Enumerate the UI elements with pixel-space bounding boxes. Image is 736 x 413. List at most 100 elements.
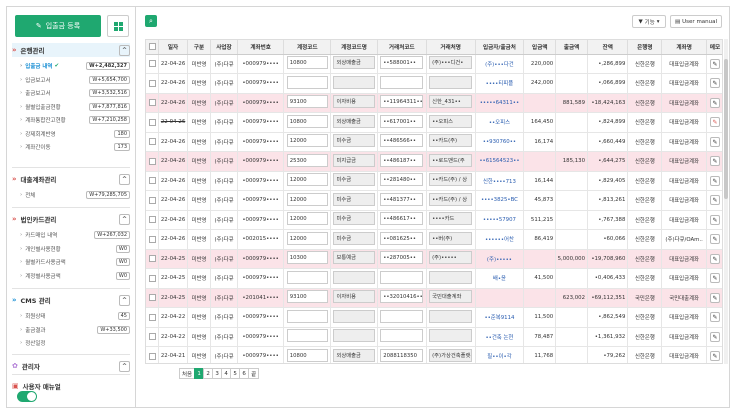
- table-row[interactable]: 22-04-26 미반영 (주)다큐 •000979•••• 12000 미수금 ••481…: [146, 190, 722, 211]
- account-code-input[interactable]: 12000: [286, 173, 328, 187]
- sidebar-item[interactable]: › 전체 W+79,285,705: [20, 189, 130, 201]
- table-row[interactable]: 22-04-26 미반영 (주)다큐 •000979•••• 25300 미지급금 ••48…: [146, 151, 722, 172]
- account-code-input[interactable]: 10300: [286, 251, 328, 265]
- payer-cell[interactable]: •••••64311••: [475, 93, 525, 113]
- sidebar-item[interactable]: › 카드매입 내역 W+267,032: [20, 229, 130, 241]
- memo-edit-icon[interactable]: ✎: [709, 175, 720, 186]
- row-checkbox[interactable]: [148, 196, 156, 204]
- sidebar-item[interactable]: › 계좌간이동 173: [20, 141, 130, 153]
- vendor-code-input[interactable]: ••486617••: [380, 212, 424, 226]
- memo-edit-icon[interactable]: ✎: [709, 214, 720, 225]
- sidebar-item[interactable]: › 월별카드사용금액 W0: [20, 256, 130, 268]
- payer-cell[interactable]: 신한••••713: [475, 171, 525, 191]
- memo-edit-icon[interactable]: ✎: [709, 78, 720, 89]
- payer-cell[interactable]: ••준복9114: [475, 307, 525, 328]
- payer-cell[interactable]: 필••이•각: [475, 346, 525, 363]
- row-checkbox[interactable]: [148, 79, 156, 87]
- sidebar-section-5[interactable]: ✿ 관리자 ^: [12, 359, 130, 373]
- account-code-input[interactable]: 93100: [286, 290, 328, 304]
- account-code-name-input[interactable]: 이자비용: [333, 95, 375, 109]
- vendor-name-input[interactable]: ••카드(주) / 상: [429, 192, 473, 206]
- account-code-name-input[interactable]: [333, 270, 375, 284]
- vendor-name-input[interactable]: ••카드(주): [429, 134, 473, 148]
- vendor-code-input[interactable]: 2088118350: [380, 348, 424, 362]
- account-code-name-input[interactable]: 미수금: [333, 192, 375, 206]
- vendor-name-input[interactable]: (주)가상건축플랫폼: [429, 348, 473, 362]
- collapse-button[interactable]: ^: [119, 173, 130, 185]
- account-code-input[interactable]: 10800: [286, 348, 328, 362]
- sidebar-item[interactable]: › 정산일정: [20, 337, 130, 349]
- vendor-code-input[interactable]: ••588001••: [380, 56, 424, 70]
- payer-cell[interactable]: 배•윤: [475, 268, 525, 289]
- payer-cell[interactable]: ••61564523••: [475, 151, 525, 172]
- vendor-name-input[interactable]: [429, 309, 473, 323]
- sidebar-item[interactable]: › 강제회계반영 180: [20, 128, 130, 140]
- table-row[interactable]: 22-04-26 미반영 (주)다큐 •000979•••• 10800 외상매출금 ••5…: [146, 54, 722, 74]
- sidebar-section-3[interactable]: » 법인카드관리 ^: [12, 212, 130, 226]
- row-checkbox[interactable]: [148, 157, 156, 165]
- page-last-button[interactable]: 끝: [248, 368, 260, 379]
- row-checkbox[interactable]: [148, 235, 156, 243]
- vendor-code-input[interactable]: ••486566••: [380, 134, 424, 148]
- theme-toggle[interactable]: [17, 391, 37, 402]
- collapse-button[interactable]: ^: [119, 44, 130, 56]
- memo-edit-icon[interactable]: ✎: [709, 97, 720, 108]
- sidebar-item[interactable]: › 입금보고서 W+5,654,700: [20, 74, 130, 86]
- memo-edit-icon[interactable]: ✎: [709, 351, 720, 362]
- vendor-code-input[interactable]: ••281480••: [380, 173, 424, 187]
- account-code-name-input[interactable]: [333, 309, 375, 323]
- vendor-code-input[interactable]: ••081625••: [380, 231, 424, 245]
- table-row[interactable]: 22-04-26 미반영 (주)다큐 •000979•••• 10800 외상매출금 ••6…: [146, 112, 722, 133]
- vendor-code-input[interactable]: [380, 270, 424, 284]
- table-row[interactable]: 22-04-26 미반영 (주)다큐 •002015•••• 12000 미수금 ••081…: [146, 229, 722, 250]
- memo-edit-icon[interactable]: ✎: [709, 136, 720, 147]
- table-row[interactable]: 22-04-22 미반영 (주)다큐 •000979•••• ••건축 논현 78,487…: [146, 327, 722, 347]
- table-row[interactable]: 22-04-22 미반영 (주)다큐 •000979•••• ••준복9114 11,50…: [146, 307, 722, 328]
- payer-cell[interactable]: [475, 288, 525, 308]
- vendor-code-input[interactable]: ••32010416••: [380, 290, 424, 304]
- sidebar-item[interactable]: › 출금결과 W+33,500: [20, 324, 130, 336]
- memo-edit-icon[interactable]: ✎: [709, 195, 720, 206]
- sidebar-item[interactable]: › 출금보고서 W+3,532,516: [20, 87, 130, 99]
- account-code-input[interactable]: 10800: [286, 114, 328, 128]
- collapse-button[interactable]: ^: [119, 294, 130, 306]
- sidebar-item[interactable]: › 계좌통합잔고현황 W+7,210,258: [20, 114, 130, 126]
- vendor-code-input[interactable]: [380, 309, 424, 323]
- vendor-code-input[interactable]: ••481377••: [380, 192, 424, 206]
- memo-edit-icon[interactable]: ✎: [709, 117, 720, 128]
- vendor-name-input[interactable]: ••카드(주) / 상: [429, 173, 473, 187]
- row-checkbox[interactable]: [148, 313, 156, 321]
- vendor-name-input[interactable]: ••오피스: [429, 114, 473, 128]
- payer-cell[interactable]: ••••••어찬: [475, 229, 525, 250]
- filter-button[interactable]: ▼ 기능 ▾: [632, 15, 666, 28]
- row-checkbox[interactable]: [148, 118, 156, 126]
- account-code-input[interactable]: 12000: [286, 212, 328, 226]
- table-row[interactable]: 22-04-26 미반영 (주)다큐 •000979•••• 12000 미수금 ••281…: [146, 171, 722, 191]
- account-code-name-input[interactable]: [333, 329, 375, 343]
- user-manual-button[interactable]: ▤ User manual: [670, 15, 722, 28]
- account-code-input[interactable]: [286, 270, 328, 284]
- account-code-name-input[interactable]: 외상매출금: [333, 348, 375, 362]
- sidebar-section-2[interactable]: » 대출계좌관리 ^: [12, 172, 130, 186]
- sidebar-section-1[interactable]: » 은행관리 ^: [12, 43, 130, 57]
- vendor-name-input[interactable]: [429, 329, 473, 343]
- page-first-button[interactable]: 처음: [179, 368, 196, 379]
- account-code-name-input[interactable]: 보통예금: [333, 251, 375, 265]
- vendor-code-input[interactable]: [380, 75, 424, 89]
- payer-cell[interactable]: ••••티피플: [475, 73, 525, 94]
- sidebar-item[interactable]: › 회원상태 45: [20, 310, 130, 322]
- payer-cell[interactable]: (주)•••다건: [475, 54, 525, 74]
- vendor-name-input[interactable]: ••로드맨드(주: [429, 153, 473, 167]
- vendor-name-input[interactable]: (주)•••디건•: [429, 56, 473, 70]
- row-checkbox[interactable]: [148, 177, 156, 185]
- account-code-name-input[interactable]: 외상매출금: [333, 56, 375, 70]
- row-checkbox[interactable]: [148, 216, 156, 224]
- memo-edit-icon[interactable]: ✎: [709, 58, 720, 69]
- collapse-button[interactable]: ^: [119, 213, 130, 225]
- table-row[interactable]: 22-04-26 미반영 (주)다큐 •000979•••• 12000 미수금 ••486…: [146, 210, 722, 230]
- account-code-name-input[interactable]: 미수금: [333, 134, 375, 148]
- sidebar-item[interactable]: › 계정별사용금액 W0: [20, 270, 130, 282]
- account-code-name-input[interactable]: 미수금: [333, 231, 375, 245]
- payer-cell[interactable]: (주)•••••: [475, 249, 525, 269]
- account-code-input[interactable]: 12000: [286, 231, 328, 245]
